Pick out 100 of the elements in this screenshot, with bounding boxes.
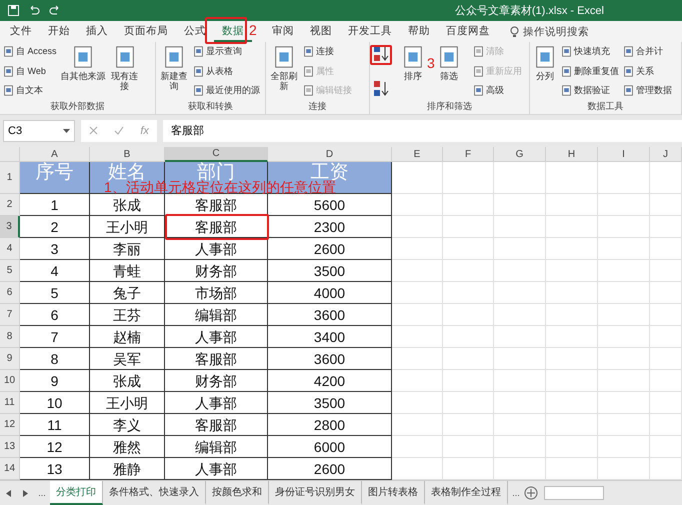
ribbon-button[interactable]: 新建查询 bbox=[159, 45, 189, 92]
ribbon-button[interactable]: 删除重复值 bbox=[561, 64, 619, 78]
ribbon-button[interactable]: 连接 bbox=[303, 45, 352, 58]
caret-icon[interactable] bbox=[63, 128, 70, 132]
previous-sheet-icon[interactable] bbox=[6, 490, 11, 496]
horizontal-scrollbar[interactable] bbox=[544, 486, 604, 500]
sheet-tab[interactable]: 身份证号识别男女 bbox=[269, 481, 362, 505]
table-cell: 王小明 bbox=[90, 392, 165, 414]
menu-tab[interactable]: 公式 bbox=[176, 21, 214, 42]
column-header[interactable]: E bbox=[392, 147, 443, 162]
ribbon-button[interactable]: 快速填充 bbox=[561, 45, 619, 58]
sheet-tab[interactable]: 条件格式、快速录入 bbox=[103, 481, 206, 505]
sheet-tab[interactable]: 分类打印 bbox=[50, 481, 103, 505]
row-header[interactable]: 4 bbox=[0, 238, 20, 260]
column-header[interactable]: F bbox=[443, 147, 494, 162]
more-sheets-button[interactable]: ... bbox=[34, 488, 50, 498]
ribbon-button[interactable]: 自 Web bbox=[3, 64, 57, 78]
empty-cell bbox=[650, 392, 682, 414]
menu-tab[interactable]: 开始 bbox=[40, 21, 78, 42]
ribbon-button[interactable]: 排序 bbox=[401, 45, 425, 82]
empty-cell bbox=[494, 260, 546, 282]
document-icon bbox=[401, 45, 425, 69]
table-cell: 3600 bbox=[268, 348, 392, 370]
empty-cell bbox=[443, 282, 494, 304]
empty-cell bbox=[650, 238, 682, 260]
row-header[interactable]: 8 bbox=[0, 326, 20, 348]
add-sheet-icon[interactable] bbox=[524, 486, 538, 500]
empty-cell bbox=[443, 370, 494, 392]
save-icon[interactable] bbox=[8, 5, 19, 16]
ribbon-button[interactable]: 最近使用的源 bbox=[193, 84, 260, 97]
row-header[interactable]: 11 bbox=[0, 392, 20, 414]
ribbon-button[interactable]: 从表格 bbox=[193, 64, 260, 78]
column-header[interactable]: B bbox=[90, 147, 165, 162]
menu-tab[interactable]: 视图 bbox=[302, 21, 340, 42]
more-sheets-button[interactable]: ... bbox=[508, 488, 524, 498]
column-header[interactable]: D bbox=[268, 147, 392, 162]
row-header[interactable]: 9 bbox=[0, 348, 20, 370]
sort-descending-icon[interactable] bbox=[373, 80, 389, 97]
row-header[interactable]: 6 bbox=[0, 282, 20, 304]
sheet-tab[interactable]: 图片转表格 bbox=[362, 481, 425, 505]
menu-tab[interactable]: 百度网盘 bbox=[438, 21, 498, 42]
document-icon bbox=[533, 45, 557, 69]
menu-tab[interactable]: 插入 bbox=[78, 21, 116, 42]
formula-field[interactable]: 客服部 bbox=[163, 120, 682, 142]
table-cell: 4 bbox=[20, 260, 90, 282]
next-sheet-icon[interactable] bbox=[23, 490, 28, 496]
menu-tab[interactable]: 帮助 bbox=[400, 21, 438, 42]
table-cell: 12 bbox=[20, 436, 90, 458]
row-header[interactable]: 2 bbox=[0, 194, 20, 216]
sheet-tab[interactable]: 表格制作全过程 bbox=[425, 481, 508, 505]
ribbon-button[interactable]: 管理数据 bbox=[623, 84, 672, 97]
table-cell: 李义 bbox=[90, 414, 165, 436]
column-header[interactable]: A bbox=[20, 147, 90, 162]
ribbon-button[interactable]: 高级 bbox=[473, 84, 522, 97]
menu-tab[interactable]: 开发工具 bbox=[340, 21, 400, 42]
table-cell: 李丽 bbox=[90, 238, 165, 260]
redo-icon[interactable] bbox=[49, 5, 61, 16]
search-field[interactable]: 操作说明搜索 bbox=[523, 24, 589, 38]
menu-tab[interactable]: 页面布局 bbox=[116, 21, 176, 42]
table-cell: 6 bbox=[20, 304, 90, 326]
empty-cell bbox=[494, 162, 546, 194]
document-icon bbox=[561, 85, 572, 96]
row-header[interactable]: 10 bbox=[0, 370, 20, 392]
column-header[interactable]: J bbox=[650, 147, 682, 162]
empty-cell bbox=[650, 370, 682, 392]
ribbon-button[interactable]: 全部刷新 bbox=[269, 45, 299, 92]
row-header[interactable]: 1 bbox=[0, 162, 20, 194]
menu-tab[interactable]: 文件 bbox=[2, 21, 40, 42]
ribbon-button[interactable]: 筛选 bbox=[437, 45, 461, 82]
ribbon-button[interactable]: 自 Access bbox=[3, 45, 57, 58]
table-cell: 7 bbox=[20, 326, 90, 348]
ribbon-button[interactable]: 显示查询 bbox=[193, 45, 260, 58]
row-header[interactable]: 7 bbox=[0, 304, 20, 326]
column-header[interactable]: H bbox=[546, 147, 598, 162]
sort-ascending-icon[interactable] bbox=[373, 45, 389, 62]
row-header[interactable]: 3 bbox=[0, 216, 20, 238]
column-header[interactable]: G bbox=[494, 147, 546, 162]
empty-cell bbox=[598, 326, 650, 348]
ribbon-button[interactable]: 自文本 bbox=[3, 84, 57, 97]
empty-cell bbox=[650, 216, 682, 238]
column-header[interactable]: I bbox=[598, 147, 650, 162]
row-header[interactable]: 13 bbox=[0, 436, 20, 458]
row-header[interactable]: 5 bbox=[0, 260, 20, 282]
ribbon-button[interactable]: 合并计 bbox=[623, 45, 672, 58]
ribbon-button[interactable]: 现有连接 bbox=[110, 45, 140, 92]
sheet-tab[interactable]: 按颜色求和 bbox=[206, 481, 269, 505]
table-cell: 客服部 bbox=[165, 414, 268, 436]
table-cell: 客服部 bbox=[165, 194, 268, 216]
ribbon-button[interactable]: 关系 bbox=[623, 64, 672, 78]
row-header[interactable]: 14 bbox=[0, 458, 20, 480]
ribbon-button[interactable]: 数据验证 bbox=[561, 84, 619, 97]
table-cell: 青蛙 bbox=[90, 260, 165, 282]
row-header[interactable]: 12 bbox=[0, 414, 20, 436]
name-box[interactable]: C3 bbox=[3, 120, 75, 142]
table-cell: 13 bbox=[20, 458, 90, 480]
menu-tab[interactable]: 审阅 bbox=[264, 21, 302, 42]
undo-icon[interactable] bbox=[28, 5, 40, 16]
ribbon-button[interactable]: 自其他来源 bbox=[60, 45, 106, 82]
column-header[interactable]: C bbox=[165, 147, 268, 162]
ribbon-button[interactable]: 分列 bbox=[533, 45, 557, 82]
